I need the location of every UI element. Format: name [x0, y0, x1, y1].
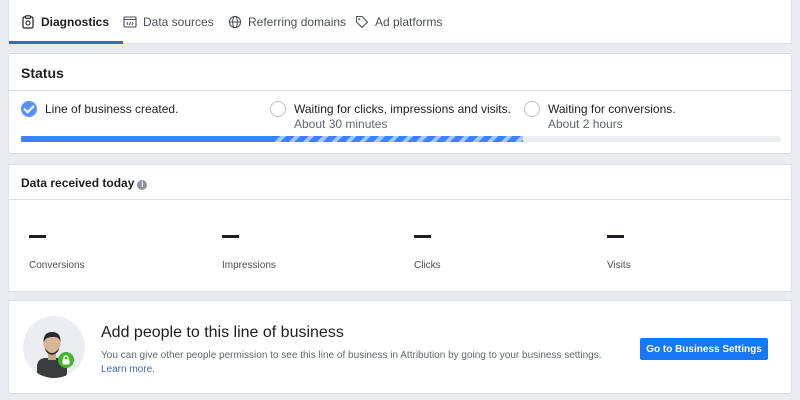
status-progress-bar	[21, 136, 781, 142]
metric-clicks: Clicks	[406, 235, 596, 271]
metric-label: Visits	[607, 260, 631, 271]
go-to-business-settings-button[interactable]: Go to Business Settings	[640, 338, 768, 360]
learn-more-link[interactable]: Learn more.	[101, 363, 621, 377]
add-people-card: Add people to this line of business You …	[8, 300, 792, 394]
tab-bar: Diagnostics Data sources Referring domai…	[8, 0, 792, 44]
tab-label: Referring domains	[248, 15, 347, 29]
status-step-created: Line of business created.	[21, 101, 179, 117]
tab-label: Ad platforms	[375, 15, 443, 29]
tab-ad-platforms[interactable]: Ad platforms	[355, 0, 442, 44]
status-step-clicks: Waiting for clicks, impressions and visi…	[270, 101, 511, 131]
metric-conversions: Conversions	[21, 235, 211, 271]
tag-icon	[355, 15, 369, 29]
metric-value-empty	[222, 235, 239, 238]
status-title: Status	[21, 65, 64, 81]
metric-label: Impressions	[222, 260, 276, 271]
metric-impressions: Impressions	[214, 235, 404, 271]
status-step-conversions: Waiting for conversions. About 2 hours	[524, 101, 676, 131]
metric-value-empty	[29, 235, 46, 238]
step-eta: About 2 hours	[548, 117, 623, 131]
add-people-title: Add people to this line of business	[101, 324, 344, 341]
active-tab-indicator	[9, 41, 123, 44]
info-icon[interactable]: i	[137, 180, 148, 190]
description-text: You can give other people permission to …	[101, 350, 602, 361]
tab-referring-domains[interactable]: Referring domains	[228, 0, 346, 44]
divider	[9, 90, 791, 91]
globe-icon	[228, 15, 242, 29]
metric-label: Conversions	[29, 260, 85, 271]
person-illustration	[37, 332, 74, 378]
metric-value-empty	[414, 235, 431, 238]
metric-value-empty	[607, 235, 624, 238]
code-window-icon	[123, 16, 137, 28]
tab-data-sources[interactable]: Data sources	[123, 0, 214, 44]
divider	[9, 199, 791, 200]
metric-visits: Visits	[599, 235, 789, 271]
tab-label: Diagnostics	[41, 15, 110, 29]
data-received-card: Data received today i Conversions Impress…	[8, 164, 792, 292]
tab-label: Data sources	[143, 15, 214, 29]
step-eta: About 30 minutes	[294, 117, 388, 131]
check-icon	[21, 101, 37, 117]
person-lock-icon	[23, 316, 85, 378]
tab-diagnostics[interactable]: Diagnostics	[9, 0, 123, 44]
step-label: Waiting for conversions.	[548, 102, 676, 116]
status-card: Status Line of business created. Waiting…	[8, 53, 792, 154]
progress-complete	[21, 136, 272, 142]
step-label: Waiting for clicks, impressions and visi…	[294, 102, 511, 116]
data-received-title: Data received today i	[21, 176, 148, 190]
diagnostics-icon	[22, 15, 34, 29]
add-people-description: You can give other people permission to …	[101, 349, 621, 377]
step-label: Line of business created.	[45, 102, 179, 116]
empty-circle-icon	[270, 101, 286, 117]
progress-in-progress	[271, 136, 523, 142]
data-received-title-text: Data received today	[21, 176, 135, 190]
metric-label: Clicks	[414, 260, 441, 271]
empty-circle-icon	[524, 101, 540, 117]
